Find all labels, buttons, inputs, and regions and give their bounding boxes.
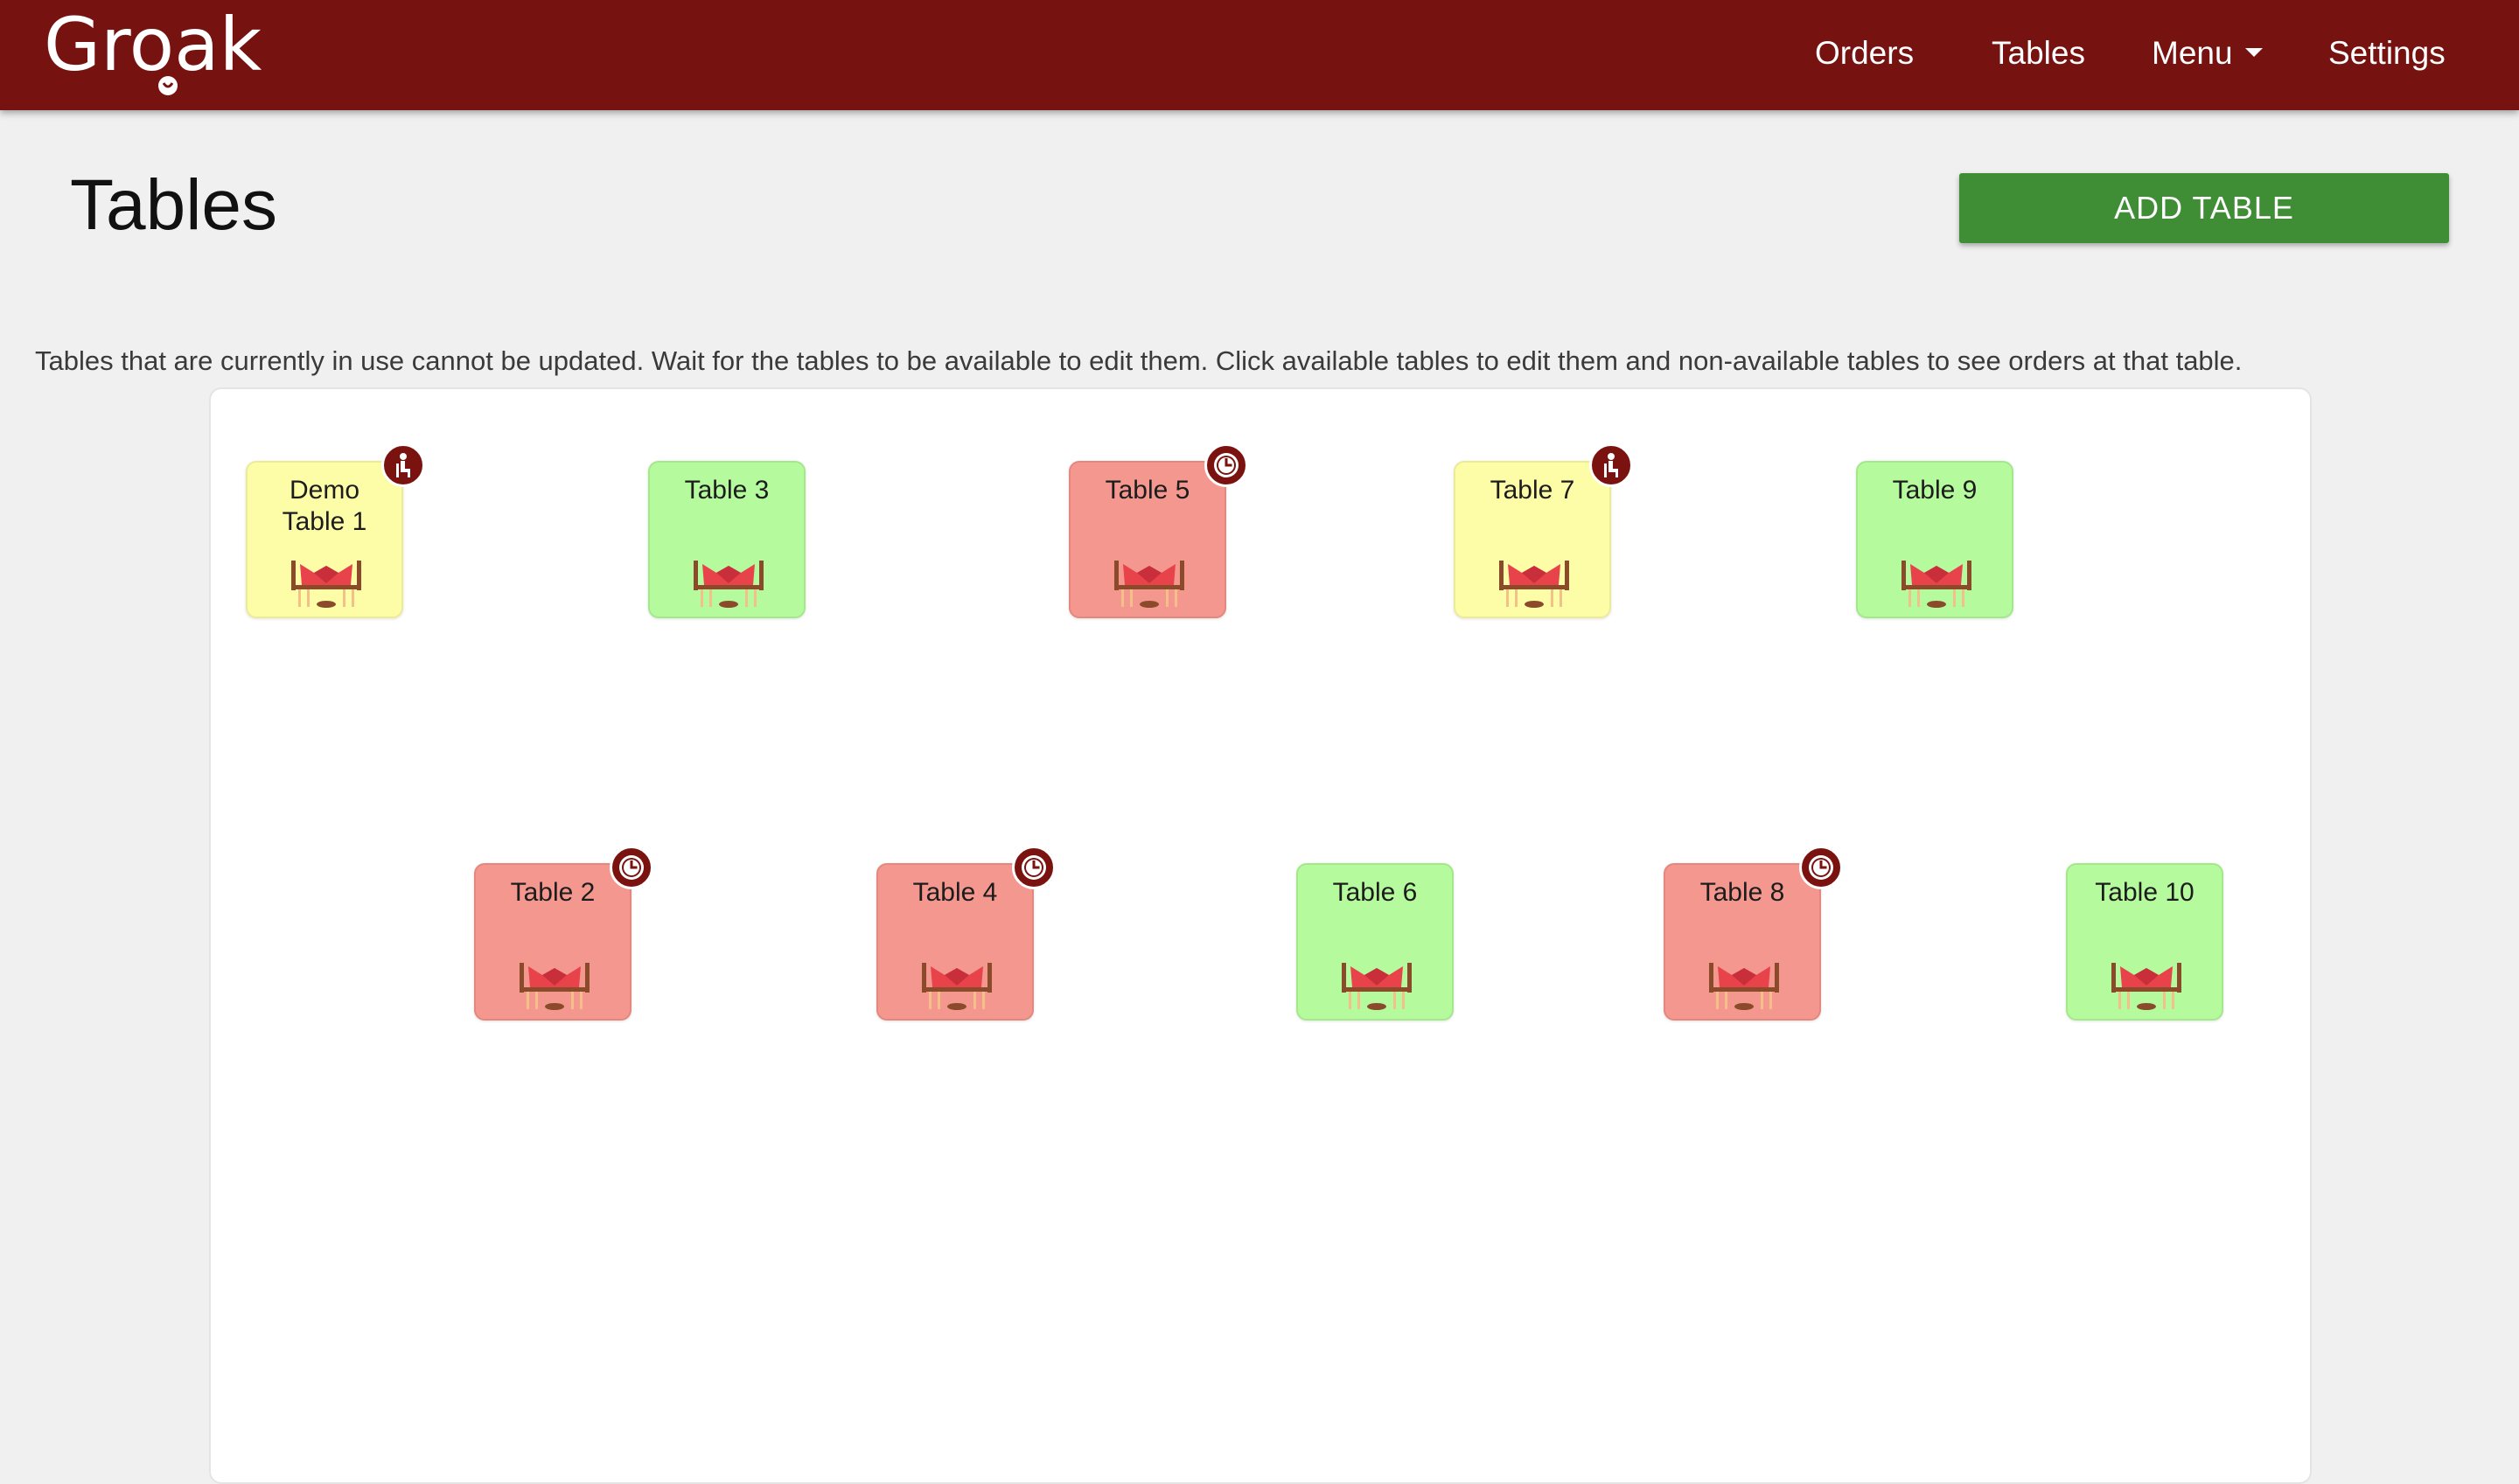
nav-orders[interactable]: Orders — [1815, 31, 1914, 75]
table-card[interactable]: Table 10 — [2066, 863, 2223, 1021]
table-name: Table 10 — [2095, 878, 2195, 907]
table-card[interactable]: Demo Table 1 — [246, 461, 403, 618]
table-card[interactable]: Table 5 — [1069, 461, 1226, 618]
table-card[interactable]: Table 7 — [1454, 461, 1611, 618]
top-navbar: Groak Orders Tables Menu Settings — [0, 0, 2519, 110]
table-name: Demo Table 1 — [282, 476, 367, 536]
table-name: Table 3 — [684, 476, 770, 505]
add-table-button[interactable]: ADD TABLE — [1959, 173, 2449, 243]
table-card[interactable]: Table 6 — [1296, 863, 1454, 1021]
nav-tables[interactable]: Tables — [1992, 31, 2085, 75]
nav-menu-dropdown[interactable]: Menu — [2152, 31, 2263, 75]
dining-table-icon — [1901, 561, 1971, 608]
logo-wordmark: Groak — [44, 2, 262, 95]
table-card[interactable]: Table 4 — [876, 863, 1034, 1021]
table-name: Table 9 — [1892, 476, 1978, 505]
table-name: Table 7 — [1490, 476, 1575, 505]
table-name: Table 5 — [1105, 476, 1190, 505]
person-seated-icon — [1589, 443, 1633, 487]
dining-table-icon — [1709, 963, 1779, 1010]
clock-icon — [1799, 846, 1843, 889]
table-name: Table 2 — [510, 878, 596, 907]
table-name: Table 6 — [1332, 878, 1418, 907]
page-title: Tables — [70, 165, 278, 245]
table-card[interactable]: Table 8 — [1664, 863, 1821, 1021]
dining-table-icon — [520, 963, 590, 1010]
table-card[interactable]: Table 9 — [1856, 461, 2013, 618]
dining-table-icon — [1114, 561, 1184, 608]
table-name: Table 4 — [912, 878, 998, 907]
clock-icon — [610, 846, 653, 889]
dining-table-icon — [922, 963, 992, 1010]
table-card[interactable]: Table 3 — [648, 461, 806, 618]
svg-text:Groak: Groak — [44, 2, 262, 87]
caret-down-icon — [2244, 48, 2263, 58]
tables-info-text: Tables that are currently in use cannot … — [35, 345, 2243, 376]
dining-table-icon — [2111, 963, 2181, 1010]
groak-logo[interactable]: Groak — [44, 2, 297, 98]
floor-plan: Demo Table 1 Table 3 Table 5 Table 7 Tab… — [209, 387, 2312, 1484]
dining-table-icon — [1342, 963, 1412, 1010]
dining-table-icon — [1499, 561, 1569, 608]
clock-icon — [1204, 443, 1248, 487]
nav-menu-label: Menu — [2152, 35, 2233, 71]
table-name: Table 8 — [1699, 878, 1785, 907]
clock-icon — [1012, 846, 1056, 889]
nav-settings[interactable]: Settings — [2328, 31, 2446, 75]
dining-table-icon — [694, 561, 764, 608]
table-card[interactable]: Table 2 — [474, 863, 631, 1021]
dining-table-icon — [291, 561, 361, 608]
person-seated-icon — [381, 443, 425, 487]
